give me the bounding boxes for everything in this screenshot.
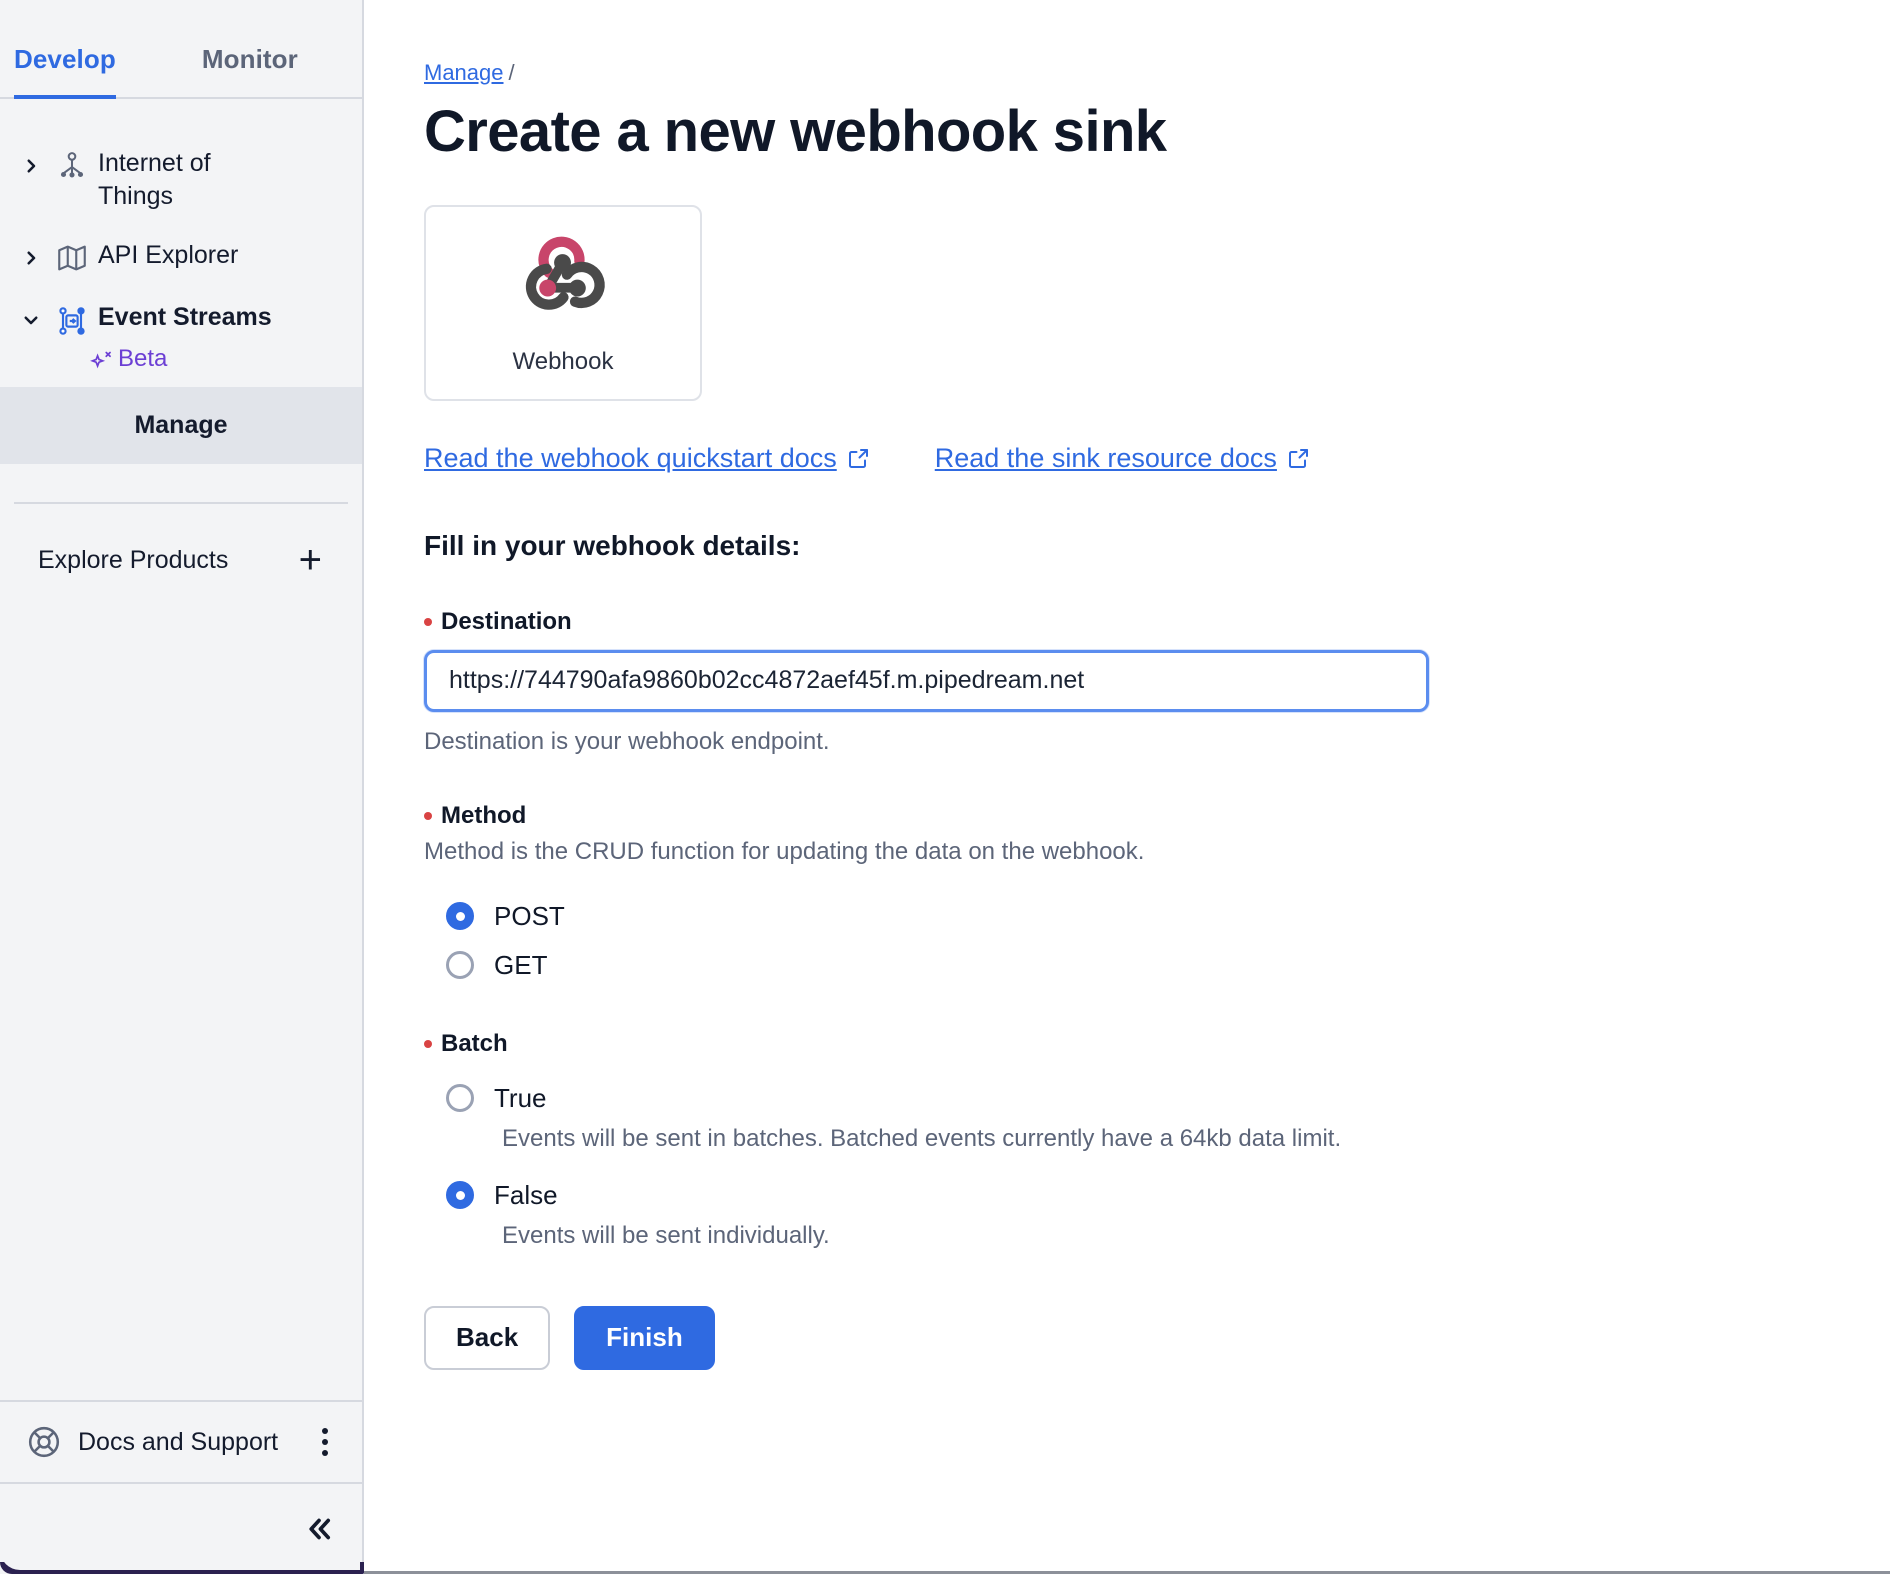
- batch-option-true-label: True: [494, 1082, 547, 1113]
- method-radio-group: POST GET: [424, 892, 1890, 990]
- batch-option-false[interactable]: False: [424, 1171, 1890, 1220]
- sidebar-item-internet-of-things[interactable]: Internet of Things: [0, 133, 362, 225]
- chevron-right-icon: [22, 249, 46, 267]
- breadcrumb: Manage /: [424, 60, 1890, 86]
- back-button[interactable]: Back: [424, 1305, 551, 1370]
- required-dot-icon: [424, 1039, 432, 1048]
- radio-get[interactable]: [446, 951, 474, 980]
- page-title: Create a new webhook sink: [424, 99, 1167, 164]
- iot-icon: [46, 149, 98, 183]
- sidebar-item-internet-of-things-label: Internet of Things: [98, 149, 211, 210]
- map-icon: [46, 241, 98, 275]
- radio-batch-true[interactable]: [446, 1084, 474, 1113]
- batch-option-true-description: Events will be sent in batches. Batched …: [502, 1124, 1342, 1152]
- method-option-get[interactable]: GET: [424, 941, 1890, 990]
- batch-option-false-description: Events will be sent individually.: [502, 1221, 830, 1249]
- connector-card-label: Webhook: [512, 348, 614, 376]
- link-sink-resource-docs[interactable]: Read the sink resource docs: [935, 443, 1311, 474]
- method-label-text: Method: [441, 801, 527, 829]
- sparkle-icon: [90, 346, 116, 372]
- docs-and-support-label: Docs and Support: [78, 1427, 279, 1456]
- link-sink-resource-docs-label: Read the sink resource docs: [934, 442, 1277, 473]
- sidebar-nav: Internet of Things API Explorer Event St…: [0, 99, 362, 580]
- explore-products-row[interactable]: Explore Products +: [0, 504, 362, 580]
- destination-input-wrapper[interactable]: [424, 649, 1429, 712]
- add-product-icon[interactable]: +: [299, 540, 322, 580]
- tab-monitor-label: Monitor: [201, 44, 298, 74]
- sidebar-rounded-corner: [0, 1544, 360, 1570]
- explore-products-label: Explore Products: [38, 545, 229, 574]
- link-webhook-quickstart-docs-label: Read the webhook quickstart docs: [424, 442, 837, 473]
- external-link-icon: [1287, 446, 1311, 470]
- batch-field-label: Batch: [424, 1030, 1890, 1058]
- collapse-sidebar-icon[interactable]: [302, 1512, 336, 1546]
- main-content: Manage / Create a new webhook sink Webho…: [364, 0, 1890, 1574]
- method-helper-text: Method is the CRUD function for updating…: [424, 837, 1145, 865]
- method-option-get-label: GET: [494, 949, 548, 980]
- sidebar-tabs: Develop Monitor: [0, 44, 362, 99]
- sidebar-item-event-streams-label: Event Streams: [98, 303, 272, 331]
- link-webhook-quickstart-docs[interactable]: Read the webhook quickstart docs: [424, 443, 871, 474]
- breadcrumb-separator: /: [508, 60, 515, 85]
- doc-links: Read the webhook quickstart docs Read th…: [424, 443, 1890, 474]
- batch-option-true[interactable]: True: [424, 1074, 1890, 1123]
- radio-post[interactable]: [446, 902, 474, 931]
- batch-option-false-label: False: [494, 1179, 558, 1210]
- method-option-post[interactable]: POST: [424, 892, 1890, 941]
- sidebar-item-manage-label: Manage: [134, 411, 228, 439]
- docs-and-support-row[interactable]: Docs and Support: [0, 1400, 362, 1482]
- batch-label-text: Batch: [441, 1029, 508, 1057]
- more-options-icon[interactable]: [314, 1420, 336, 1464]
- finish-button[interactable]: Finish: [574, 1305, 715, 1370]
- event-streams-icon: [46, 303, 98, 339]
- chevron-down-icon: [22, 311, 46, 329]
- method-option-post-label: POST: [494, 900, 565, 931]
- radio-batch-false[interactable]: [446, 1181, 474, 1210]
- chevron-right-icon: [22, 157, 46, 175]
- tab-develop-label: Develop: [14, 44, 116, 74]
- destination-helper-text: Destination is your webhook endpoint.: [424, 727, 830, 755]
- connector-card-webhook[interactable]: Webhook: [424, 204, 702, 401]
- destination-label-text: Destination: [441, 607, 572, 635]
- method-field-label: Method: [424, 802, 1890, 830]
- webhook-logo: [513, 229, 613, 334]
- lifebuoy-icon: [18, 1424, 70, 1460]
- sidebar: Develop Monitor Internet of Things API E…: [0, 0, 364, 1574]
- tab-monitor[interactable]: Monitor: [202, 44, 298, 97]
- beta-label: Beta: [118, 345, 168, 372]
- destination-field-label: Destination: [424, 608, 1890, 636]
- beta-badge: Beta: [0, 343, 362, 387]
- destination-input[interactable]: [427, 652, 1426, 709]
- section-heading: Fill in your webhook details:: [424, 529, 801, 561]
- sidebar-item-event-streams[interactable]: Event Streams: [0, 287, 362, 343]
- breadcrumb-link-manage[interactable]: Manage: [424, 60, 504, 85]
- sidebar-item-api-explorer-label: API Explorer: [98, 241, 239, 269]
- form-actions: Back Finish: [424, 1305, 1890, 1370]
- batch-radio-group: True Events will be sent in batches. Bat…: [424, 1074, 1890, 1250]
- tab-develop[interactable]: Develop: [14, 44, 116, 99]
- required-dot-icon: [424, 617, 432, 626]
- app-root: Develop Monitor Internet of Things API E…: [0, 0, 1890, 1574]
- sidebar-item-api-explorer[interactable]: API Explorer: [0, 225, 362, 287]
- required-dot-icon: [424, 811, 432, 820]
- external-link-icon: [847, 446, 871, 470]
- tab-spacer: [116, 44, 202, 97]
- sidebar-item-manage[interactable]: Manage: [0, 387, 362, 464]
